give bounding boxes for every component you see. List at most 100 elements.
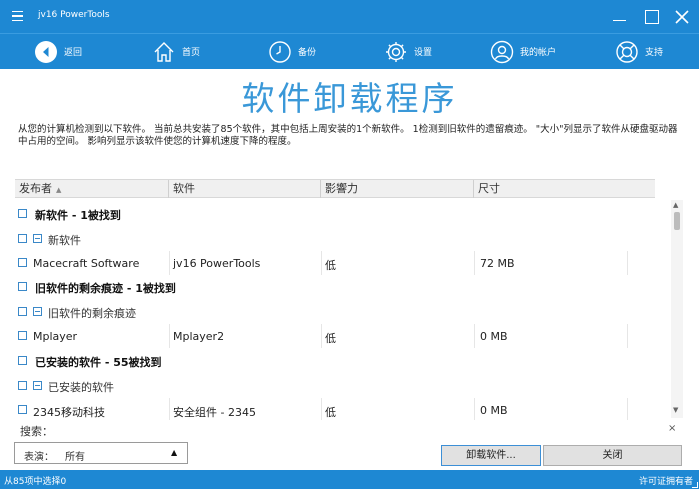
license-owner-link[interactable]: 许可证拥有者 [639, 474, 693, 487]
group-title: 新软件 - 1被找到 [35, 209, 121, 222]
title-bar: jv16 PowerTools [0, 0, 699, 33]
group-header[interactable]: 已安装的软件 - 55被找到 [15, 349, 670, 373]
cell-publisher: 2345移动科技 [33, 406, 105, 419]
page-description: 从您的计算机检测到以下软件。 当前总共安装了85个软件，其中包括上周安装的1个新… [18, 124, 678, 147]
nav-home[interactable]: 首页 [152, 34, 200, 69]
subgroup-title: 旧软件的剩余痕迹 [48, 307, 136, 320]
clock-icon [269, 40, 291, 63]
group-header[interactable]: 新软件 - 1被找到 [15, 202, 670, 226]
cell-publisher: Macecraft Software [33, 257, 140, 270]
group-checkbox[interactable] [18, 209, 27, 218]
close-window-button[interactable] [665, 0, 699, 33]
column-publisher-label: 发布者 [19, 182, 52, 195]
nav-settings-label: 设置 [414, 48, 433, 58]
column-divider [474, 398, 475, 420]
nav-account-label: 我的帐户 [520, 48, 557, 58]
subgroup-title: 新软件 [48, 234, 81, 247]
menu-icon[interactable] [6, 6, 28, 26]
nav-support-label: 支持 [645, 48, 664, 58]
scroll-up-icon[interactable]: ▲ [673, 201, 678, 209]
lifebuoy-icon [616, 40, 638, 63]
column-divider [169, 324, 170, 348]
nav-settings[interactable]: 设置 [384, 34, 432, 69]
column-divider [321, 398, 322, 420]
uninstall-button[interactable]: 卸载软件... [441, 445, 541, 466]
column-software-label: 软件 [173, 182, 195, 195]
search-label: 搜索： [20, 425, 53, 438]
scroll-down-icon[interactable]: ▼ [673, 406, 678, 414]
table-row[interactable]: 2345移动科技 安全组件 - 2345 低 0 MB [15, 398, 670, 420]
subgroup-header[interactable]: 已安装的软件 [15, 374, 670, 398]
cell-publisher: Mplayer [33, 330, 78, 343]
close-button[interactable]: 关闭 [543, 445, 682, 466]
sort-asc-icon: ▲ [56, 186, 62, 194]
close-icon [675, 9, 689, 24]
user-icon [490, 40, 514, 63]
subgroup-checkbox[interactable] [18, 381, 27, 390]
collapse-icon[interactable] [33, 234, 42, 243]
filter-value: 所有 [65, 452, 85, 463]
scroll-thumb[interactable] [674, 212, 680, 230]
cell-software: Mplayer2 [173, 330, 225, 343]
minimize-button[interactable] [602, 0, 636, 33]
maximize-icon [645, 9, 659, 24]
vertical-scrollbar[interactable]: ▲ ▼ [671, 200, 683, 418]
column-header-software[interactable]: 软件 [169, 180, 321, 198]
column-divider [321, 251, 322, 275]
column-divider [169, 251, 170, 275]
nav-back-label: 返回 [64, 48, 83, 58]
row-checkbox[interactable] [18, 405, 27, 414]
nav-support[interactable]: 支持 [615, 34, 663, 69]
group-checkbox[interactable] [18, 282, 27, 291]
column-size-label: 尺寸 [478, 182, 500, 195]
back-arrow-icon [35, 40, 57, 63]
nav-back[interactable]: 返回 [34, 34, 82, 69]
home-icon [154, 41, 174, 62]
column-header-publisher[interactable]: 发布者 ▲ [15, 180, 169, 198]
group-checkbox[interactable] [18, 356, 27, 365]
subgroup-header[interactable]: 旧软件的剩余痕迹 [15, 300, 670, 324]
column-divider [169, 398, 170, 420]
software-list: 新软件 - 1被找到 新软件 Macecraft Software jv16 P… [15, 200, 670, 420]
subgroup-checkbox[interactable] [18, 234, 27, 243]
nav-backup-label: 备份 [298, 48, 317, 58]
cell-size: 0 MB [480, 330, 508, 343]
cell-impact: 低 [325, 259, 336, 272]
maximize-button[interactable] [635, 0, 669, 33]
subgroup-title: 已安装的软件 [48, 381, 114, 394]
status-bar: 从85项中选择0 许可证拥有者 [0, 470, 699, 489]
subgroup-checkbox[interactable] [18, 307, 27, 316]
subgroup-header[interactable]: 新软件 [15, 227, 670, 251]
app-title: jv16 PowerTools [38, 10, 110, 20]
table-row[interactable]: Mplayer Mplayer2 低 0 MB [15, 324, 670, 348]
search-input[interactable] [55, 420, 655, 438]
collapse-icon[interactable] [33, 307, 42, 316]
cell-size: 0 MB [480, 404, 508, 417]
table-header: 发布者 ▲ 软件 影響力 尺寸 [15, 179, 655, 198]
cell-size: 72 MB [480, 257, 515, 270]
group-header[interactable]: 旧软件的剩余痕迹 - 1被找到 [15, 275, 670, 299]
cell-software: jv16 PowerTools [173, 257, 261, 270]
nav-home-label: 首页 [182, 48, 201, 58]
column-divider [627, 324, 628, 348]
column-header-size[interactable]: 尺寸 [474, 180, 627, 198]
nav-backup[interactable]: 备份 [268, 34, 316, 69]
column-divider [321, 324, 322, 348]
resize-grip-icon[interactable] [692, 482, 698, 488]
row-checkbox[interactable] [18, 258, 27, 267]
minimize-icon [612, 19, 626, 22]
clear-search-icon[interactable]: × [668, 423, 676, 434]
group-title: 已安装的软件 - 55被找到 [35, 356, 162, 369]
nav-account[interactable]: 我的帐户 [490, 34, 556, 69]
filter-label: 表演： [24, 452, 54, 463]
row-checkbox[interactable] [18, 331, 27, 340]
dropdown-arrow-icon: ▲ [171, 448, 178, 457]
filter-dropdown[interactable]: 表演： 所有 ▲ [14, 442, 188, 464]
gear-icon [386, 41, 406, 62]
collapse-icon[interactable] [33, 381, 42, 390]
column-divider [474, 324, 475, 348]
column-header-impact[interactable]: 影響力 [321, 180, 474, 198]
page-title: 软件卸载程序 [241, 79, 458, 118]
table-row[interactable]: Macecraft Software jv16 PowerTools 低 72 … [15, 251, 670, 275]
column-divider [627, 251, 628, 275]
